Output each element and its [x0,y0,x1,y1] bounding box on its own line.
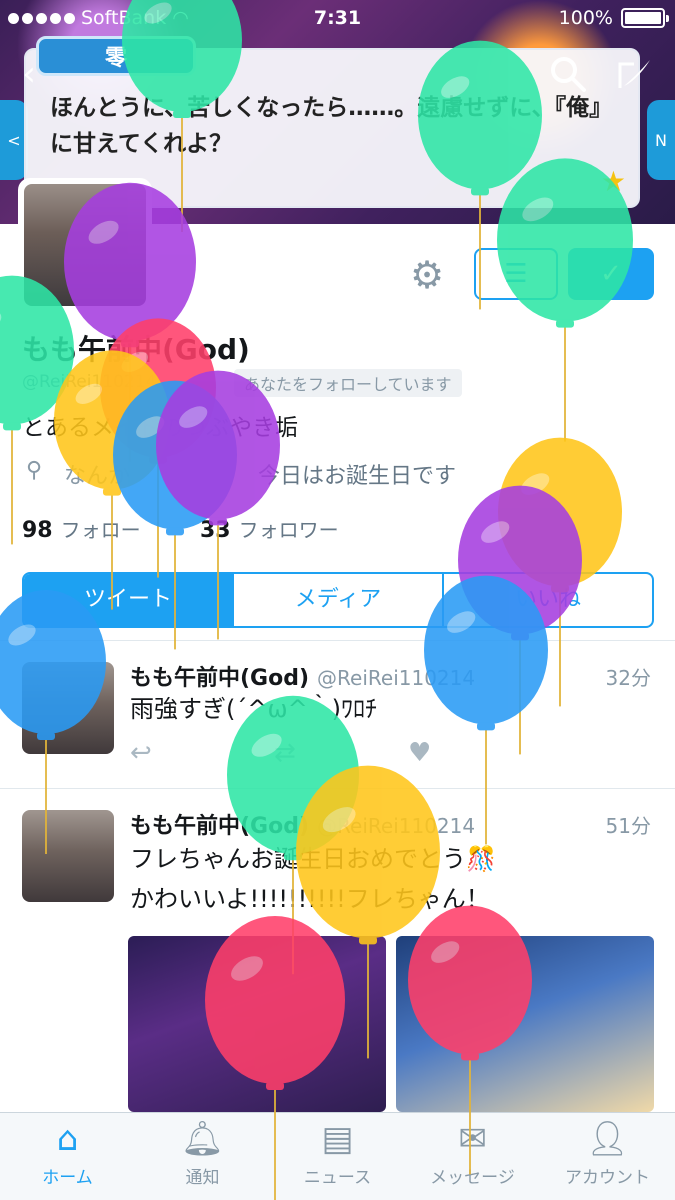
list-add-icon: ☰ [504,259,528,289]
tweet-author[interactable]: もも午前中(God) @ReiRei110214 [130,660,475,692]
tabbar-label: アカウント [565,1168,650,1188]
tabbar-home[interactable]: ⌂ ホーム [0,1113,135,1200]
followers-label: フォロワー [238,518,339,542]
tweet-time: 51分 [605,814,651,838]
profile-avatar[interactable] [18,178,152,312]
profile-handle: @ReiRei110214 [22,372,157,392]
follows-you-badge: あなたをフォローしています [234,369,462,397]
speaker-label: 零 [36,36,196,76]
following-count: 98 [22,518,53,543]
tweet-text-line1: フレちゃんお誕生日おめでとう🎊 [130,845,496,873]
like-icon[interactable]: ♥ [408,738,431,768]
following-stat[interactable]: 98 フォロー [22,514,141,543]
tweet-time: 32分 [605,666,651,690]
reply-icon[interactable]: ↩ [130,738,152,768]
retweet-icon[interactable]: ⇄ [274,738,296,768]
person-check-icon: ✓ [600,259,622,289]
tabbar-messages[interactable]: ✉ メッセージ [405,1113,540,1200]
tabbar-account[interactable]: 👤︎ アカウント [540,1113,675,1200]
next-arrow[interactable]: N [647,100,675,180]
profile-name: もも午前中(God) [22,333,250,366]
tabbar-label: ニュース [303,1168,372,1188]
tab-likes[interactable]: いいね [444,574,652,626]
tweet-text-line2: かわいいよ!!!!!!!!!!フレちゃん！ [130,885,490,913]
tabbar-label: 通知 [185,1168,220,1188]
followers-count: 33 [200,518,231,543]
tab-media[interactable]: メディア [234,574,444,626]
tabbar-label: メッセージ [430,1168,515,1188]
person-icon: 👤︎ [585,1119,630,1159]
tweet-text: 雨強すぎ(´^ω^｀)ﾜﾛﾁ [130,695,378,723]
following-label: フォロー [60,518,141,542]
tweet-avatar[interactable] [22,662,114,754]
tweet-media-image[interactable] [396,936,654,1112]
bottom-tab-bar: ⌂ ホーム 🔔︎ 通知 ▤ ニュース ✉ メッセージ 👤︎ アカウント [0,1112,675,1200]
bell-icon: 🔔︎ [180,1119,225,1159]
dialogue-text: ほんとうに、苦しくなったら……。遠慮せずに、『俺』に甘えてくれよ？ [50,95,613,157]
tweet-media-image[interactable] [128,936,386,1112]
tweet-avatar[interactable] [22,810,114,902]
mail-icon: ✉ [458,1119,487,1159]
news-icon: ▤ [321,1119,354,1159]
search-button[interactable] [546,54,590,103]
tabbar-news[interactable]: ▤ ニュース [270,1113,405,1200]
compose-icon [618,60,650,88]
profile-tabs: ツイート メディア いいね [22,572,654,628]
search-icon [551,57,586,92]
list-button[interactable]: ☰ [474,248,558,300]
status-bar: SoftBank ◠ 7:31 100% [0,0,675,38]
location-pin-icon: ⚲ [26,458,43,483]
profile-location: なんか [64,464,131,489]
tabbar-label: ホーム [42,1168,93,1188]
tweet-author-name: もも午前中(God) [130,666,310,691]
compose-button[interactable] [612,54,656,103]
battery-status: 100% [558,7,669,29]
divider [0,640,675,641]
star-icon: ★ [600,165,626,198]
tweet-author-handle: @ReiRei110214 [317,814,476,838]
settings-button[interactable]: ⚙ [406,254,448,296]
battery-percent: 100% [558,7,613,29]
followers-stat[interactable]: 33 フォロワー [200,514,339,543]
tweet-author-name: もも午前中(God) [130,814,310,839]
birthday-text: 今日はお誕生日です [258,464,457,489]
divider [0,788,675,789]
tweet-author-handle: @ReiRei110214 [317,666,476,690]
profile-bio: とあるメイドのつぶやき垢 [22,415,298,441]
tabbar-notifications[interactable]: 🔔︎ 通知 [135,1113,270,1200]
tab-tweets[interactable]: ツイート [24,574,234,626]
gear-icon: ⚙ [409,253,445,297]
tweet-author[interactable]: もも午前中(God) @ReiRei110214 [130,808,475,840]
home-icon: ⌂ [56,1119,79,1159]
battery-icon [621,8,669,28]
back-button[interactable]: ‹ [14,54,44,94]
following-button[interactable]: ✓ [568,248,654,300]
